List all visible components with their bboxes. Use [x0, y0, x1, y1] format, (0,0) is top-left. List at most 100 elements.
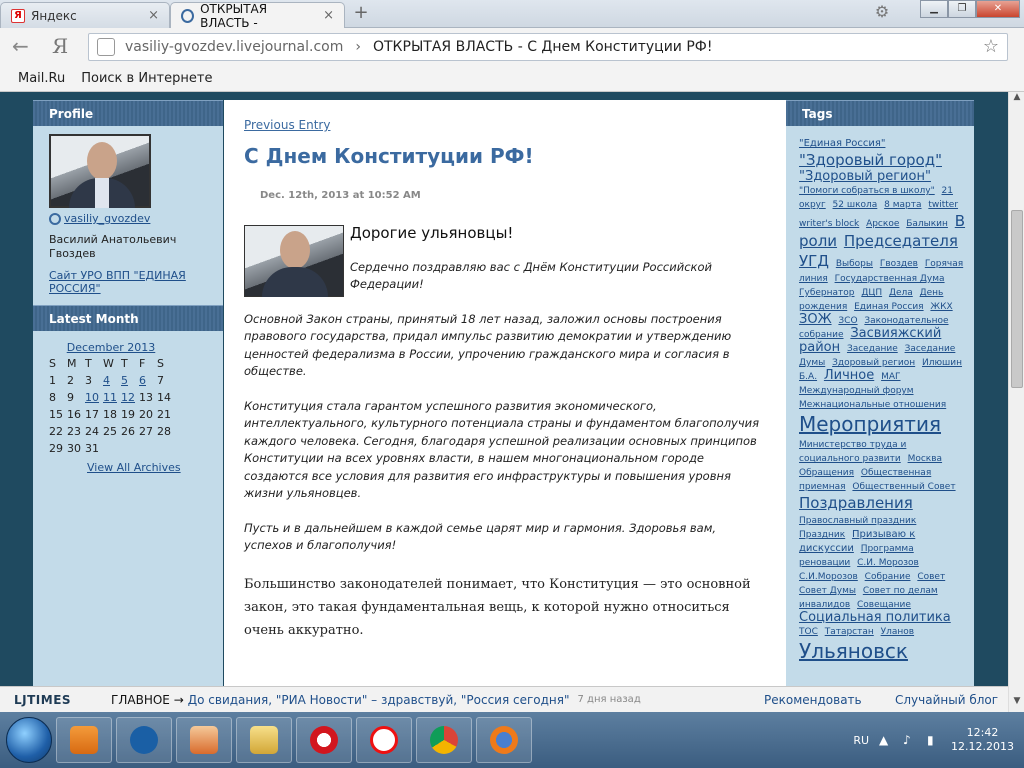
taskbar-presentation[interactable]: [176, 717, 232, 763]
previous-entry-link[interactable]: Previous Entry: [244, 118, 330, 132]
tag-link[interactable]: Татарстан: [825, 627, 874, 637]
tag-link[interactable]: С.И.Морозов: [799, 572, 858, 582]
language-indicator[interactable]: RU: [853, 734, 869, 747]
start-button[interactable]: [6, 717, 52, 763]
taskbar-file-manager[interactable]: [236, 717, 292, 763]
tag-link[interactable]: "Единая Россия": [799, 138, 885, 149]
tag-link[interactable]: Международный форум: [799, 386, 914, 396]
tag-link[interactable]: "Здоровый регион": [799, 169, 931, 184]
tag-link[interactable]: Выборы: [836, 259, 873, 269]
tab-open-power[interactable]: ОТКРЫТАЯ ВЛАСТЬ - ×: [170, 2, 345, 30]
back-arrow-icon[interactable]: ←: [12, 36, 34, 58]
ljtimes-logo[interactable]: LJTIMES: [14, 693, 71, 707]
tag-link[interactable]: Уланов: [881, 627, 914, 637]
tag-link[interactable]: Совещание: [857, 600, 911, 610]
volume-icon[interactable]: ♪: [903, 733, 917, 747]
tag-link[interactable]: С.И. Морозов: [857, 558, 919, 568]
page-info-icon[interactable]: [97, 38, 115, 56]
tag-link[interactable]: Поздравления: [799, 494, 913, 512]
tag-link[interactable]: Православный праздник: [799, 516, 916, 526]
clock[interactable]: 12:42 12.12.2013: [951, 726, 1014, 754]
scroll-up-arrow-icon[interactable]: ▲: [1009, 92, 1024, 108]
random-blog-link[interactable]: Случайный блог: [895, 693, 998, 707]
maximize-button[interactable]: ❐: [948, 0, 976, 18]
taskbar-yandex-browser[interactable]: [356, 717, 412, 763]
tag-link[interactable]: Единая Россия: [854, 302, 924, 312]
close-window-button[interactable]: ✕: [976, 0, 1020, 18]
yandex-button[interactable]: Я: [52, 34, 68, 58]
tab-close-icon[interactable]: ×: [323, 8, 334, 23]
tag-link[interactable]: Арское: [866, 219, 899, 229]
tab-close-icon[interactable]: ×: [148, 8, 159, 23]
calendar-month-link[interactable]: December 2013: [49, 341, 173, 354]
calendar-day[interactable]: 6: [139, 374, 157, 387]
tag-link[interactable]: ЗСО: [838, 316, 857, 326]
calendar-day[interactable]: 4: [103, 374, 121, 387]
calendar-day[interactable]: 11: [103, 391, 121, 404]
tag-link[interactable]: writer's block: [799, 219, 859, 229]
tag-link[interactable]: Собрание: [865, 572, 911, 582]
site-link[interactable]: Сайт УРО ВПП "ЕДИНАЯ РОССИЯ": [49, 269, 207, 295]
tag-link[interactable]: Совет Думы: [799, 586, 856, 596]
network-icon[interactable]: ▮: [927, 733, 941, 747]
tag-link[interactable]: ДЦП: [861, 288, 882, 298]
tag-link[interactable]: Ульяновск: [799, 639, 908, 663]
address-separator: ›: [355, 39, 361, 55]
tag-link[interactable]: Личное: [824, 368, 874, 383]
calendar-day: 20: [139, 408, 153, 421]
settings-gear-icon[interactable]: ⚙: [872, 2, 892, 22]
tag-link[interactable]: Заседание: [847, 344, 898, 354]
view-all-archives-link[interactable]: View All Archives: [87, 461, 215, 474]
bookmark-star-icon[interactable]: ☆: [983, 36, 999, 57]
tag-link[interactable]: Обращения: [799, 468, 854, 478]
lj-news-link[interactable]: До свидания, "РИА Новости" – здравствуй,…: [188, 693, 570, 707]
tag-link[interactable]: Москва: [908, 454, 942, 464]
tag-link[interactable]: Мероприятия: [799, 412, 941, 436]
tag-link[interactable]: Губернатор: [799, 288, 854, 298]
taskbar-media-player[interactable]: [56, 717, 112, 763]
tag-link[interactable]: Социальная политика: [799, 610, 951, 625]
show-hidden-icons-icon[interactable]: ▲: [879, 733, 893, 747]
calendar-day: 8: [49, 391, 56, 404]
tag-link[interactable]: Илюшин: [922, 358, 962, 368]
tag-link[interactable]: Государственная Дума: [835, 274, 945, 284]
tag-link[interactable]: "Помоги собраться в школу": [799, 186, 935, 196]
tag-link[interactable]: Общественный Совет: [852, 482, 955, 492]
taskbar-hp[interactable]: [116, 717, 172, 763]
tag-link[interactable]: 52 школа: [833, 200, 878, 210]
new-tab-button[interactable]: +: [350, 4, 372, 24]
tag-link[interactable]: 8 марта: [884, 200, 921, 210]
page-scrollbar[interactable]: ▲ ▼: [1008, 92, 1024, 712]
username-link[interactable]: vasiliy_gvozdev: [49, 212, 207, 225]
calendar-day[interactable]: 5: [121, 374, 139, 387]
tag-link[interactable]: Здоровый регион: [832, 358, 915, 368]
bookmark-search[interactable]: Поиск в Интернете: [81, 71, 212, 86]
scroll-down-arrow-icon[interactable]: ▼: [1009, 696, 1024, 712]
calendar-day[interactable]: 10: [85, 391, 103, 404]
tag-link[interactable]: Балыкин: [906, 219, 948, 229]
tab-yandex[interactable]: Я Яндекс ×: [0, 2, 170, 28]
tag-link[interactable]: МАГ: [881, 372, 900, 382]
calendar-day[interactable]: 12: [121, 391, 139, 404]
bookmark-mailru[interactable]: Mail.Ru: [18, 71, 65, 86]
tag-link[interactable]: Б.А.: [799, 372, 817, 382]
tag-link[interactable]: Праздник: [799, 530, 845, 540]
tag-link[interactable]: ЖКХ: [930, 302, 952, 312]
tag-link[interactable]: Гвоздев: [880, 259, 918, 269]
tag-link[interactable]: ЗОЖ: [799, 312, 832, 327]
tag-link[interactable]: Совет: [917, 572, 945, 582]
scroll-thumb[interactable]: [1011, 210, 1023, 388]
address-bar[interactable]: vasiliy-gvozdev.livejournal.com › ОТКРЫТ…: [88, 33, 1008, 61]
tag-link[interactable]: Межнациональные отношения: [799, 400, 946, 410]
taskbar-opera[interactable]: [296, 717, 352, 763]
tag-link[interactable]: "Здоровый город": [799, 151, 942, 169]
userpic-image[interactable]: [49, 134, 151, 208]
taskbar-firefox[interactable]: [476, 717, 532, 763]
tag-link[interactable]: twitter: [928, 200, 958, 210]
minimize-button[interactable]: ▁: [920, 0, 948, 18]
tag-link[interactable]: Дела: [889, 288, 913, 298]
tag-link[interactable]: Министерство труда и социального развити: [799, 440, 906, 464]
taskbar-chrome[interactable]: [416, 717, 472, 763]
recommend-link[interactable]: Рекомендовать: [764, 693, 862, 707]
tag-link[interactable]: ТОС: [799, 627, 818, 637]
